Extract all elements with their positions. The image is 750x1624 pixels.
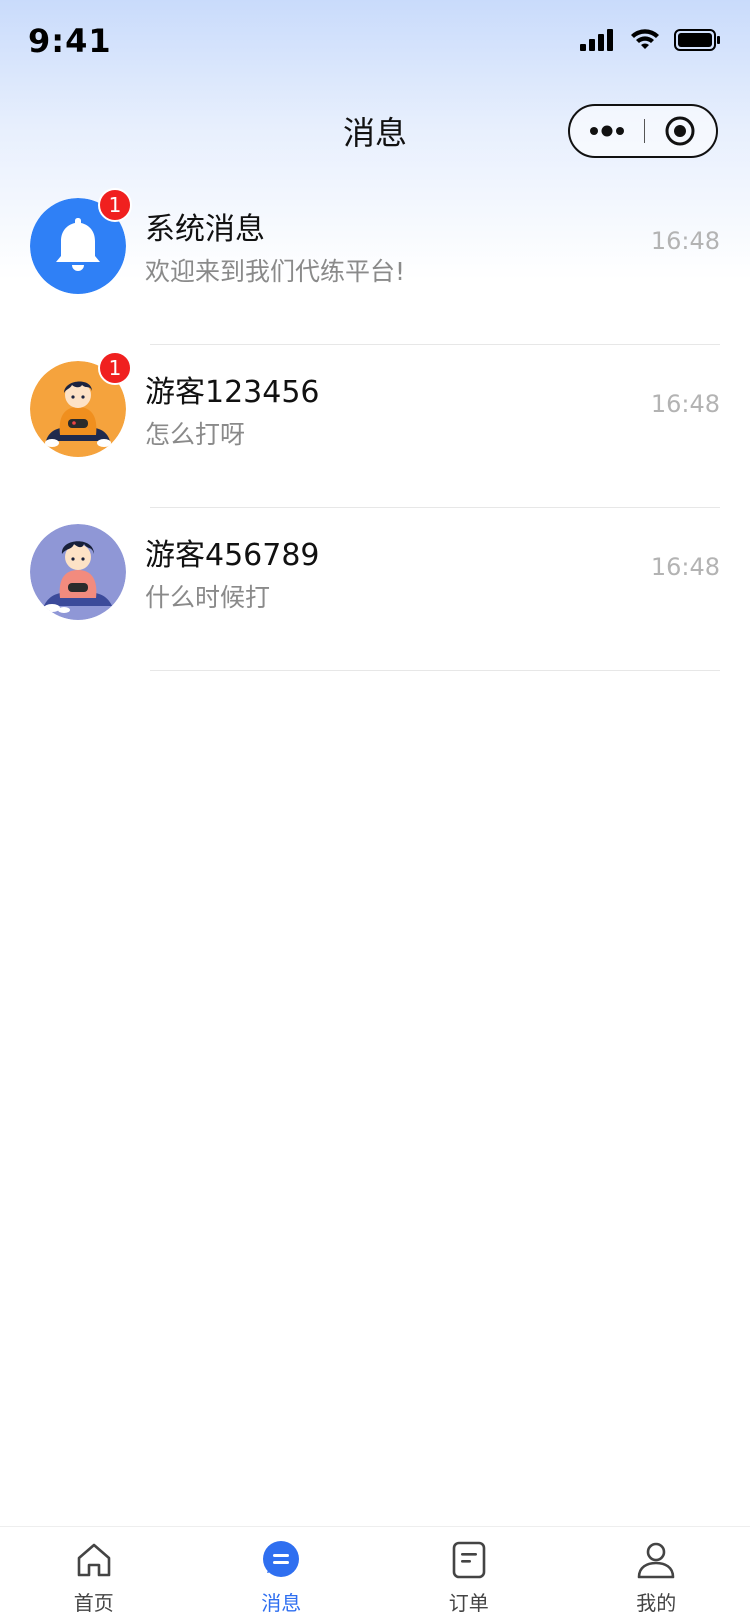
tab-label: 订单 [448,1591,489,1615]
conversation-item-guest-123456[interactable]: 1 游客123456 怎么打呀 16:48 [0,345,750,508]
close-miniprogram-button[interactable] [645,106,717,156]
status-time: 9:41 [28,22,112,60]
gamer-avatar-purple [30,524,126,620]
order-icon [446,1537,492,1583]
bottom-tab-bar: 首页 消息 订单 我的 [0,1526,750,1624]
row-divider [150,670,720,671]
more-button[interactable] [570,106,644,156]
message-preview: 怎么打呀 [145,420,246,449]
tab-home[interactable]: 首页 [0,1527,188,1624]
conversation-name: 游客123456 [145,375,320,410]
conversation-name: 系统消息 [145,212,265,247]
conversation-name: 游客456789 [145,538,320,573]
conversation-item-system[interactable]: 1 系统消息 欢迎来到我们代练平台! 16:48 [0,182,750,345]
message-time: 16:48 [650,390,720,418]
chat-icon [258,1537,304,1583]
home-icon [71,1537,117,1583]
unread-badge: 1 [98,351,132,385]
target-close-icon [665,116,695,146]
status-icons [580,28,722,52]
wifi-icon [631,29,659,49]
profile-icon [633,1537,679,1583]
tab-label: 首页 [73,1591,114,1615]
battery-icon [674,29,720,51]
tab-profile[interactable]: 我的 [563,1527,750,1624]
tab-orders[interactable]: 订单 [375,1527,563,1624]
avatar [30,524,126,620]
message-preview: 什么时候打 [145,583,271,612]
conversation-list: 1 系统消息 欢迎来到我们代练平台! 16:48 1 游客123456 怎么打呀… [0,182,750,671]
tab-label: 消息 [261,1591,302,1615]
unread-badge: 1 [98,188,132,222]
miniprogram-capsule [568,104,718,158]
message-preview: 欢迎来到我们代练平台! [145,257,406,286]
tab-messages[interactable]: 消息 [188,1527,376,1624]
message-time: 16:48 [650,227,720,255]
message-time: 16:48 [650,553,720,581]
tab-label: 我的 [636,1591,677,1615]
cellular-signal-icon [580,29,613,51]
messages-screen: 9:41 消息 1 系统消息 欢迎来到我们代练平台! 16:48 1 游客123… [0,0,750,1624]
more-dots-icon [589,125,624,137]
conversation-item-guest-456789[interactable]: 游客456789 什么时候打 16:48 [0,508,750,671]
